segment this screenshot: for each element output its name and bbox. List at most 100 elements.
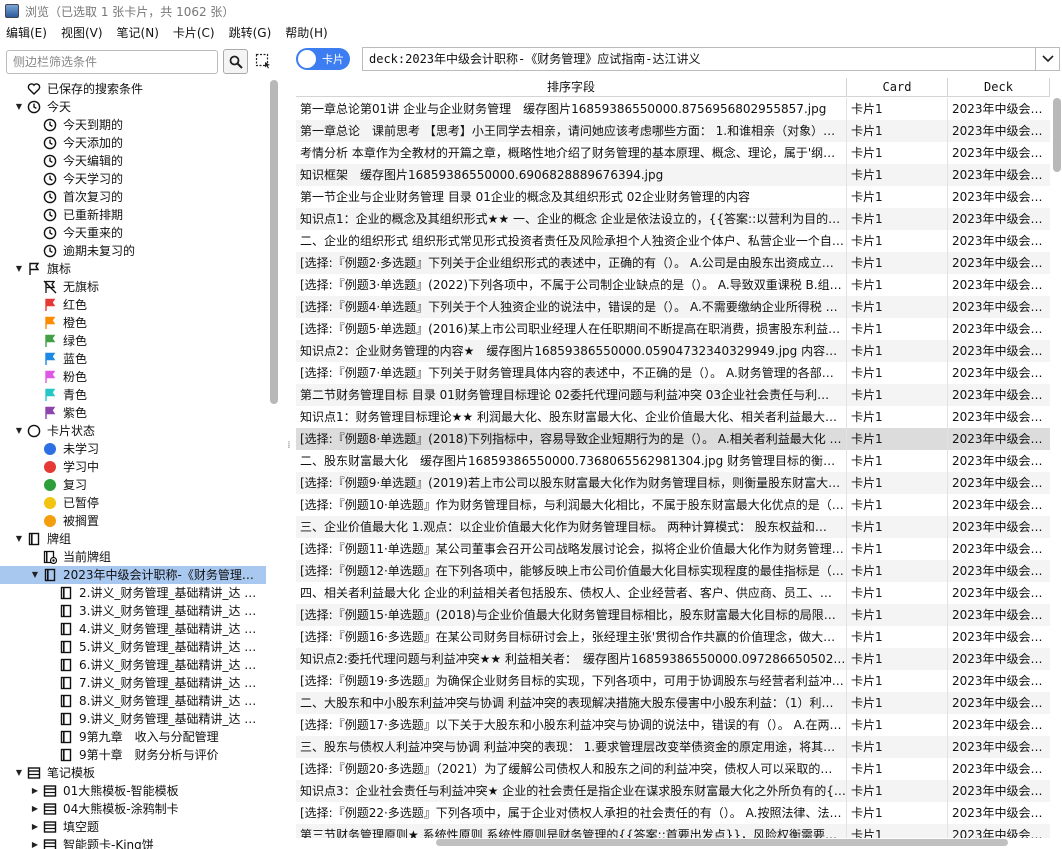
expand-arrow-icon[interactable]: ▼ [14,260,24,278]
table-row[interactable]: [选择:『例题20·多选题』（2021）为了缓解公司债权人和股东之间的利益冲突，… [296,758,1050,780]
expand-arrow-icon[interactable]: ▼ [14,422,24,440]
sidebar-item[interactable]: 9.讲义_财务管理_基础精讲_达 … [0,710,266,728]
table-row[interactable]: 四、相关者利益最大化 企业的利益相关者包括股东、债权人、企业经营者、客户、供应商… [296,582,1050,604]
table-scrollbar-thumb[interactable] [1053,98,1061,172]
sidebar-item[interactable]: ▶ 智能题卡-King饼 [0,836,266,849]
table-row[interactable]: 知识点1：财务管理目标理论★★ 利润最大化、股东财富最大化、企业价值最大化、相关… [296,406,1050,428]
menu-cards[interactable]: 卡片(C) [173,24,215,41]
table-row[interactable]: [选择:『例题10·单选题』作为财务管理目标，与利润最大化相比，不属于股东财富最… [296,494,1050,516]
table-row[interactable]: [选择:『例题15·单选题』(2018)与企业价值最大化财务管理目标相比，股东财… [296,604,1050,626]
sidebar-item[interactable]: 5.讲义_财务管理_基础精讲_达 … [0,638,266,656]
column-header-card[interactable]: Card [847,78,948,97]
table-row[interactable]: 二、大股东和中小股东利益冲突与协调 利益冲突的表现解决措施大股东侵害中小股东利益… [296,692,1050,714]
table-row[interactable]: 知识框架 缓存图片16859386550000.6906828889676394… [296,164,1050,186]
collapse-arrow-icon[interactable]: ▶ [30,836,40,849]
menu-notes[interactable]: 笔记(N) [117,24,159,41]
sidebar-item[interactable]: 粉色 [0,368,266,386]
select-tool-button[interactable] [254,52,272,70]
sidebar-item[interactable]: 逾期未复习的 [0,242,266,260]
collapse-arrow-icon[interactable]: ▶ [30,782,40,800]
table-row[interactable]: [选择:『例题22·多选题』下列各项中，属于企业对债权人承担的社会责任的有（）。… [296,802,1050,824]
table-row[interactable]: 知识点1：企业的概念及其组织形式★★ 一、企业的概念 企业是依法设立的，{{答案… [296,208,1050,230]
sidebar-item[interactable]: 2.讲义_财务管理_基础精讲_达 … [0,584,266,602]
expand-arrow-icon[interactable]: ▼ [14,530,24,548]
table-row[interactable]: [选择:『例题3·单选题』(2022)下列各项中，不属于公司制企业缺点的是（）。… [296,274,1050,296]
sidebar-item[interactable]: 3.讲义_财务管理_基础精讲_达 … [0,602,266,620]
sidebar-item[interactable]: 今天重来的 [0,224,266,242]
cards-notes-toggle[interactable]: 卡片 [296,48,350,70]
sidebar-item[interactable]: 紫色 [0,404,266,422]
column-header-deck[interactable]: Deck [948,78,1050,97]
sidebar-item[interactable]: ▶ 填空题 [0,818,266,836]
table-row[interactable]: 考情分析 本章作为全教材的开篇之章，概略性地介绍了财务管理的基本原理、概念、理论… [296,142,1050,164]
sidebar-item[interactable]: ▼ 牌组 [0,530,266,548]
sidebar-item[interactable]: 7.讲义_财务管理_基础精讲_达 … [0,674,266,692]
table-row[interactable]: 三、股东与债权人利益冲突与协调 利益冲突的表现： 1.要求管理层改变举债资金的原… [296,736,1050,758]
table-row[interactable]: 第二节财务管理目标 目录 01财务管理目标理论 02委托代理问题与利益冲突 03… [296,384,1050,406]
table-row[interactable]: [选择:『例题4·单选题』下列关于个人独资企业的说法中，错误的是（）。 A.不需… [296,296,1050,318]
sidebar-item[interactable]: 4.讲义_财务管理_基础精讲_达 … [0,620,266,638]
sidebar-item[interactable]: 9第九章 收入与分配管理 [0,728,266,746]
table-horizontal-scrollbar[interactable] [296,837,1050,847]
sidebar-item[interactable]: 今天添加的 [0,134,266,152]
sidebar-item[interactable]: 被搁置 [0,512,266,530]
query-history-dropdown[interactable] [1036,47,1060,71]
sidebar-item[interactable]: ▼ 今天 [0,98,266,116]
sidebar-item[interactable]: 红色 [0,296,266,314]
sidebar-item[interactable]: 蓝色 [0,350,266,368]
table-row[interactable]: [选择:『例题2·多选题』下列关于企业组织形式的表述中，正确的有（）。 A.公司… [296,252,1050,274]
sidebar-item[interactable]: 已保存的搜索条件 [0,80,266,98]
table-row[interactable]: [选择:『例题9·单选题』(2019)若上市公司以股东财富最大化作为财务管理目标… [296,472,1050,494]
sidebar-item[interactable]: 复习 [0,476,266,494]
sidebar-item[interactable]: 未学习 [0,440,266,458]
sidebar-item[interactable]: 已重新排期 [0,206,266,224]
sidebar-item[interactable]: 绿色 [0,332,266,350]
sidebar-item[interactable]: 当前牌组 [0,548,266,566]
table-row[interactable]: 第一章总论第01讲 企业与企业财务管理 缓存图片16859386550000.8… [296,98,1050,120]
expand-arrow-icon[interactable]: ▼ [14,98,24,116]
menu-edit[interactable]: 编辑(E) [6,24,47,41]
table-row[interactable]: [选择:『例题7·单选题』下列关于财务管理具体内容的表述中，不正确的是（）。 A… [296,362,1050,384]
table-row[interactable]: [选择:『例题12·单选题』在下列各项中，能够反映上市公司价值最大化目标实现程度… [296,560,1050,582]
sidebar-item[interactable]: 6.讲义_财务管理_基础精讲_达 … [0,656,266,674]
table-row[interactable]: 第一章总论 课前思考 【思考】小王同学去相亲，请问她应该考虑哪些方面： 1.和谁… [296,120,1050,142]
table-row[interactable]: [选择:『例题19·多选题』为确保企业财务目标的实现，下列各项中，可用于协调股东… [296,670,1050,692]
column-header-sort-field[interactable]: 排序字段 [296,78,847,97]
sidebar-item[interactable]: 学习中 [0,458,266,476]
sidebar-item[interactable]: 今天到期的 [0,116,266,134]
sidebar-item[interactable]: 8.讲义_财务管理_基础精讲_达 … [0,692,266,710]
sidebar-item[interactable]: 9第十章 财务分析与评价 [0,746,266,764]
search-query-input[interactable]: deck:2023年中级会计职称-《财务管理》应试指南-达江讲义 [362,47,1036,71]
sidebar-item[interactable]: ▼ 旗标 [0,260,266,278]
sidebar-item[interactable]: 青色 [0,386,266,404]
menu-help[interactable]: 帮助(H) [285,24,327,41]
sidebar-item[interactable]: 首次复习的 [0,188,266,206]
table-hscrollbar-thumb[interactable] [436,839,1008,846]
splitter-handle[interactable]: ⁞ [285,440,293,451]
sidebar-item[interactable]: ▶ 04大熊模板-涂鸦制卡 [0,800,266,818]
collapse-arrow-icon[interactable]: ▶ [30,818,40,836]
expand-arrow-icon[interactable]: ▼ [14,764,24,782]
table-row[interactable]: [选择:『例题5·单选题』(2016)某上市公司职业经理人在任职期间不断提高在职… [296,318,1050,340]
table-row[interactable]: 知识点2:委托代理问题与利益冲突★★ 利益相关者： 缓存图片1685938655… [296,648,1050,670]
table-row[interactable]: 二、企业的组织形式 组织形式常见形式投资者责任及风险承担个人独资企业个体户、私营… [296,230,1050,252]
table-row[interactable]: [选择:『例题17·多选题』以下关于大股东和小股东利益冲突与协调的说法中，错误的… [296,714,1050,736]
table-row[interactable]: [选择:『例题11·单选题』某公司董事会召开公司战略发展讨论会，拟将企业价值最大… [296,538,1050,560]
table-row[interactable]: 知识点2：企业财务管理的内容★ 缓存图片16859386550000.05904… [296,340,1050,362]
sidebar-item[interactable]: ▶ 01大熊模板-智能模板 [0,782,266,800]
sidebar-scrollbar-thumb[interactable] [270,80,278,404]
table-row[interactable]: 二、股东财富最大化 缓存图片16859386550000.73680655629… [296,450,1050,472]
sidebar-item[interactable]: ▼ 卡片状态 [0,422,266,440]
table-row[interactable]: 第三节财务管理原则★ 系统性原则 系统性原则是财务管理的{{答案::首要出发点}… [296,824,1050,838]
expand-arrow-icon[interactable]: ▼ [30,566,40,584]
table-row[interactable]: [选择:『例题8·单选题』(2018)下列指标中，容易导致企业短期行为的是（）。… [296,428,1050,450]
search-button[interactable] [223,49,248,74]
table-row[interactable]: 第一节企业与企业财务管理 目录 01企业的概念及其组织形式 02企业财务管理的内… [296,186,1050,208]
sidebar-item[interactable]: 今天学习的 [0,170,266,188]
sidebar-filter-input[interactable] [6,50,218,74]
table-row[interactable]: 知识点3：企业社会责任与利益冲突★ 企业的社会责任是指企业在谋求股东财富最大化之… [296,780,1050,802]
menu-go[interactable]: 跳转(G) [229,24,272,41]
collapse-arrow-icon[interactable]: ▶ [30,800,40,818]
table-row[interactable]: 三、企业价值最大化 1.观点：以企业价值最大化作为财务管理目标。 两种计算模式：… [296,516,1050,538]
table-row[interactable]: [选择:『例题16·多选题』在某公司财务目标研讨会上，张经理主张'贯彻合作共赢的… [296,626,1050,648]
